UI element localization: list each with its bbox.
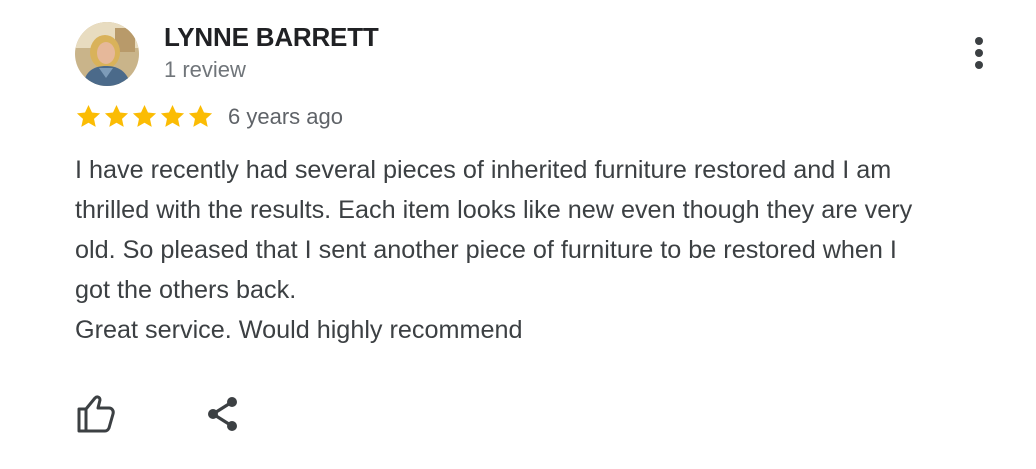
- avatar-image: [75, 22, 139, 86]
- review-count: 1 review: [164, 57, 246, 82]
- like-button[interactable]: [74, 392, 118, 436]
- star-icon: [76, 105, 101, 127]
- review-text-line: I have recently had several pieces of in…: [75, 156, 892, 184]
- review-text-line: got the others back.: [75, 276, 297, 304]
- share-button[interactable]: [202, 393, 244, 435]
- avatar[interactable]: [75, 22, 139, 86]
- review-text-line: Great service. Would highly recommend: [75, 316, 523, 344]
- more-vert-icon: [975, 37, 983, 69]
- more-options-button[interactable]: [958, 32, 1000, 74]
- author-name[interactable]: LYNNE BARRETT: [164, 22, 379, 53]
- star-icon: [132, 105, 157, 127]
- star-rating: [75, 103, 214, 130]
- thumb-up-icon: [77, 395, 115, 433]
- review-card: LYNNE BARRETT 1 review 6 years ago I hav…: [0, 0, 1036, 469]
- review-text-line: thrilled with the results. Each item loo…: [75, 196, 913, 224]
- review-text-line: old. So pleased that I sent another piec…: [75, 236, 897, 264]
- star-icon: [160, 105, 185, 127]
- review-text: I have recently had several pieces of in…: [75, 150, 1015, 350]
- star-icon: [188, 105, 213, 127]
- share-icon: [208, 397, 237, 431]
- star-icon: [104, 105, 129, 127]
- review-time: 6 years ago: [228, 104, 343, 129]
